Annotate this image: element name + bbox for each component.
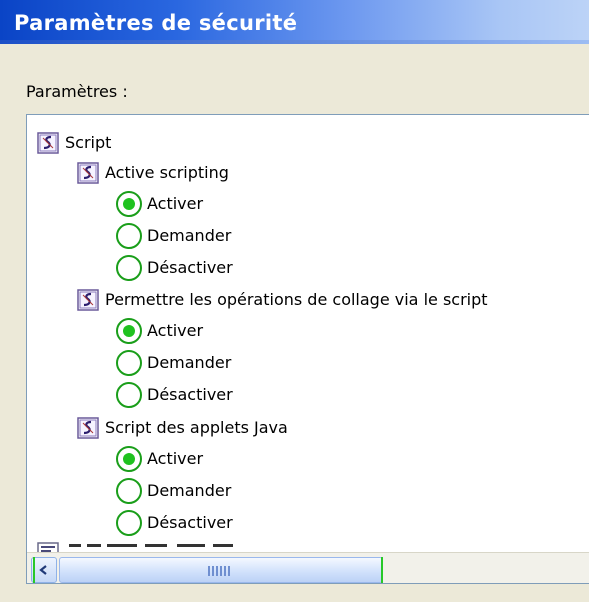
radio-unselected-icon	[116, 478, 142, 504]
tree-item-java-applets[interactable]: Script des applets Java	[77, 414, 288, 442]
radio-selected-icon	[116, 191, 142, 217]
tree-item-label: Script	[65, 133, 112, 152]
tree-item-active-scripting[interactable]: Active scripting	[77, 159, 229, 187]
radio-label: Activer	[147, 321, 204, 340]
radio-selected-icon	[116, 446, 142, 472]
settings-tree[interactable]: Script Active scripting Activer Demander…	[26, 114, 589, 584]
tree-item-label: Active scripting	[105, 163, 229, 182]
tree-item-paste-via-script[interactable]: Permettre les opérations de collage via …	[77, 286, 488, 314]
radio-label: Désactiver	[147, 385, 233, 404]
scroll-left-button[interactable]	[31, 557, 57, 583]
script-icon	[37, 132, 59, 154]
script-icon	[77, 417, 99, 439]
radio-label: Désactiver	[147, 513, 233, 532]
radio-option-activer[interactable]: Activer	[115, 317, 203, 345]
radio-option-demander[interactable]: Demander	[115, 349, 231, 377]
script-icon	[77, 162, 99, 184]
radio-option-activer[interactable]: Activer	[115, 190, 203, 218]
scrollbar-thumb[interactable]	[59, 557, 383, 583]
radio-option-desactiver[interactable]: Désactiver	[115, 509, 233, 537]
radio-label: Désactiver	[147, 258, 233, 277]
radio-unselected-icon	[116, 510, 142, 536]
radio-label: Activer	[147, 194, 204, 213]
script-icon	[77, 289, 99, 311]
radio-unselected-icon	[116, 382, 142, 408]
dialog-title: Paramètres de sécurité	[14, 11, 298, 35]
radio-option-activer[interactable]: Activer	[115, 445, 203, 473]
radio-option-desactiver[interactable]: Désactiver	[115, 254, 233, 282]
grip-icon	[208, 566, 232, 576]
radio-label: Activer	[147, 449, 204, 468]
tree-item-script[interactable]: Script	[37, 129, 111, 157]
tree-item-label: Script des applets Java	[105, 418, 288, 437]
settings-label: Paramètres :	[26, 82, 128, 101]
radio-unselected-icon	[116, 350, 142, 376]
radio-label: Demander	[147, 353, 232, 372]
radio-label: Demander	[147, 481, 232, 500]
radio-unselected-icon	[116, 255, 142, 281]
radio-selected-icon	[116, 318, 142, 344]
tree-item-label: Permettre les opérations de collage via …	[105, 290, 488, 309]
title-bar-underline	[0, 40, 589, 44]
radio-option-demander[interactable]: Demander	[115, 222, 231, 250]
radio-option-demander[interactable]: Demander	[115, 477, 231, 505]
chevron-left-icon	[39, 565, 47, 575]
radio-option-desactiver[interactable]: Désactiver	[115, 381, 233, 409]
horizontal-scrollbar[interactable]	[27, 552, 589, 583]
dialog-title-bar: Paramètres de sécurité	[0, 0, 589, 44]
radio-label: Demander	[147, 226, 232, 245]
radio-unselected-icon	[116, 223, 142, 249]
